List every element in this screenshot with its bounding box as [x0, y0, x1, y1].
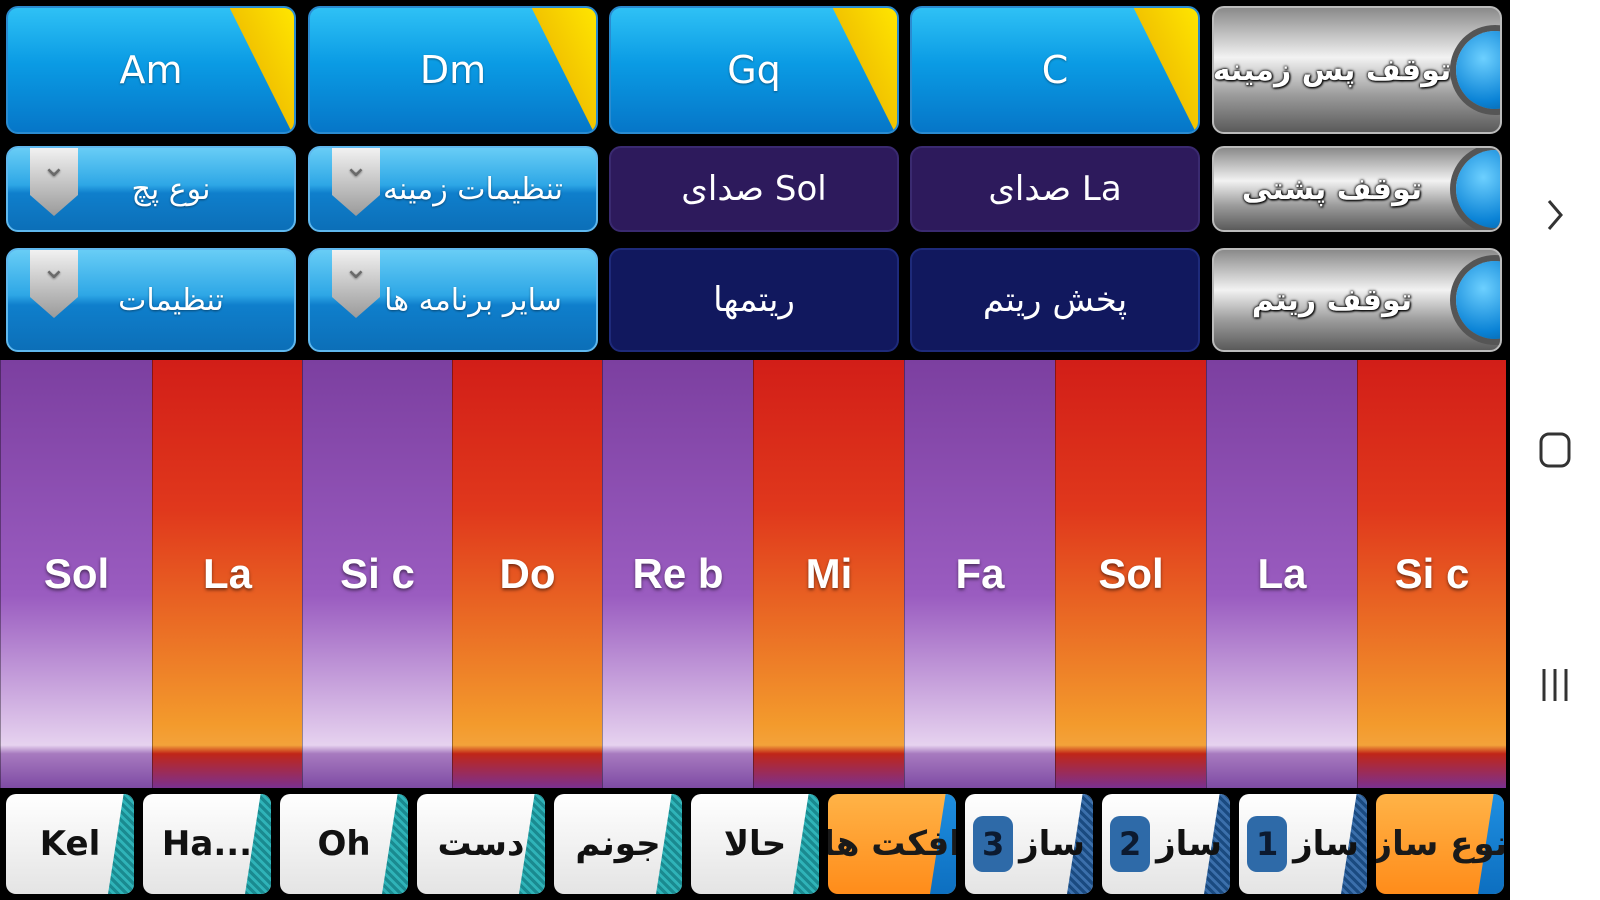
sol-sound-button[interactable]: صدای Sol: [609, 146, 899, 232]
rhythms-label: ریتمها: [713, 280, 795, 320]
chord-corner-tag: [532, 8, 596, 132]
knob-icon: [1456, 150, 1500, 228]
tab-label: ساز: [1293, 824, 1359, 864]
stop-backing-button[interactable]: توقف پشتی: [1212, 146, 1502, 232]
chord-label: Dm: [419, 48, 487, 92]
play-rhythm-button[interactable]: پخش ریتم: [910, 248, 1200, 352]
patch-type-button[interactable]: ⌄ نوع پچ: [6, 146, 296, 232]
system-navigation-bar: [1510, 0, 1600, 900]
play-rhythm-label: پخش ریتم: [982, 280, 1128, 320]
key-re-b[interactable]: Re b: [602, 360, 753, 788]
tab-label: جونم: [575, 824, 661, 864]
settings-button[interactable]: ⌄ تنظیمات: [6, 248, 296, 352]
la-sound-label: صدای La: [988, 169, 1122, 209]
tab-number-badge: 2: [1110, 816, 1151, 872]
tab-hala[interactable]: حالا: [691, 794, 819, 894]
key-label: Si c: [1394, 550, 1470, 597]
tab-label: ساز: [1156, 824, 1222, 864]
tab-label: حالا: [723, 824, 787, 864]
chord-corner-tag: [1134, 8, 1198, 132]
key-label: Re b: [632, 550, 724, 597]
tab-saz-3[interactable]: 3 ساز: [965, 794, 1093, 894]
tab-saz-2[interactable]: 2 ساز: [1102, 794, 1230, 894]
key-si-c[interactable]: Si c: [302, 360, 452, 788]
chord-button-c[interactable]: C: [910, 6, 1200, 134]
tab-effects[interactable]: افکت ها: [828, 794, 956, 894]
other-apps-button[interactable]: ⌄ سایر برنامه ها: [308, 248, 598, 352]
tab-label: دست: [437, 824, 525, 864]
key-label: Sol: [1098, 550, 1164, 597]
tab-label: افکت ها: [828, 824, 956, 864]
key-label: Mi: [805, 550, 853, 597]
chord-label: C: [1041, 48, 1069, 92]
la-sound-button[interactable]: صدای La: [910, 146, 1200, 232]
tab-joonam[interactable]: جونم: [554, 794, 682, 894]
tab-number-badge: 3: [973, 816, 1014, 872]
key-label: La: [202, 550, 252, 597]
sol-sound-label: صدای Sol: [681, 169, 827, 209]
stop-rhythm-button[interactable]: توقف ریتم: [1212, 248, 1502, 352]
chord-button-gq[interactable]: Gq: [609, 6, 899, 134]
chevron-down-shield-icon: ⌄: [332, 148, 380, 216]
key-label: Fa: [955, 550, 1005, 597]
rhythms-button[interactable]: ریتمها: [609, 248, 899, 352]
chevron-right-icon[interactable]: [1510, 190, 1600, 240]
key-sol[interactable]: Sol: [0, 360, 152, 788]
key-label: Si c: [340, 550, 415, 597]
tab-label: Oh: [317, 824, 371, 864]
tab-number-badge: 1: [1247, 816, 1288, 872]
key-do[interactable]: Do: [452, 360, 602, 788]
settings-label: تنظیمات: [118, 282, 224, 318]
tab-kel[interactable]: Kel: [6, 794, 134, 894]
background-settings-button[interactable]: ⌄ تنظیمات زمینه: [308, 146, 598, 232]
key-label: La: [1257, 550, 1307, 597]
stop-background-button[interactable]: توقف پس زمینه: [1212, 6, 1502, 134]
key-la-2[interactable]: La: [1206, 360, 1357, 788]
knob-icon: [1456, 31, 1500, 109]
chord-corner-tag: [230, 8, 294, 132]
knob-icon: [1456, 261, 1500, 339]
tab-saz-1[interactable]: 1 ساز: [1239, 794, 1367, 894]
key-label: Sol: [43, 550, 110, 597]
recent-apps-icon[interactable]: [1510, 660, 1600, 710]
stop-backing-label: توقف پشتی: [1241, 171, 1423, 207]
key-la[interactable]: La: [152, 360, 302, 788]
other-apps-label: سایر برنامه ها: [384, 282, 562, 318]
chord-button-am[interactable]: Am: [6, 6, 296, 134]
stop-rhythm-label: توقف ریتم: [1251, 282, 1413, 318]
chord-corner-tag: [833, 8, 897, 132]
chevron-down-shield-icon: ⌄: [332, 250, 380, 318]
key-mi[interactable]: Mi: [753, 360, 904, 788]
tab-label: ساز: [1019, 824, 1085, 864]
organ-app: Am Dm Gq C توقف پس زمینه ⌄ نوع پچ ⌄ تنظی…: [0, 0, 1510, 900]
chord-button-dm[interactable]: Dm: [308, 6, 598, 134]
tab-dast[interactable]: دست: [417, 794, 545, 894]
key-sol-2[interactable]: Sol: [1055, 360, 1206, 788]
tab-label: Kel: [39, 824, 101, 864]
tab-oh[interactable]: Oh: [280, 794, 408, 894]
patch-type-label: نوع پچ: [131, 171, 211, 207]
chevron-down-shield-icon: ⌄: [30, 250, 78, 318]
background-settings-label: تنظیمات زمینه: [382, 171, 564, 207]
tab-ha[interactable]: Ha...: [143, 794, 271, 894]
stop-background-label: توقف پس زمینه: [1212, 52, 1452, 88]
home-square-icon[interactable]: [1510, 425, 1600, 475]
chord-label: Am: [119, 48, 183, 92]
chevron-down-shield-icon: ⌄: [30, 148, 78, 216]
tab-instrument-type[interactable]: نوع ساز: [1376, 794, 1504, 894]
key-si-c-2[interactable]: Si c: [1357, 360, 1506, 788]
tab-label: نوع ساز: [1376, 824, 1504, 864]
tab-label: Ha...: [161, 824, 253, 864]
chord-label: Gq: [727, 48, 781, 92]
key-fa[interactable]: Fa: [904, 360, 1055, 788]
key-label: Do: [499, 550, 556, 597]
